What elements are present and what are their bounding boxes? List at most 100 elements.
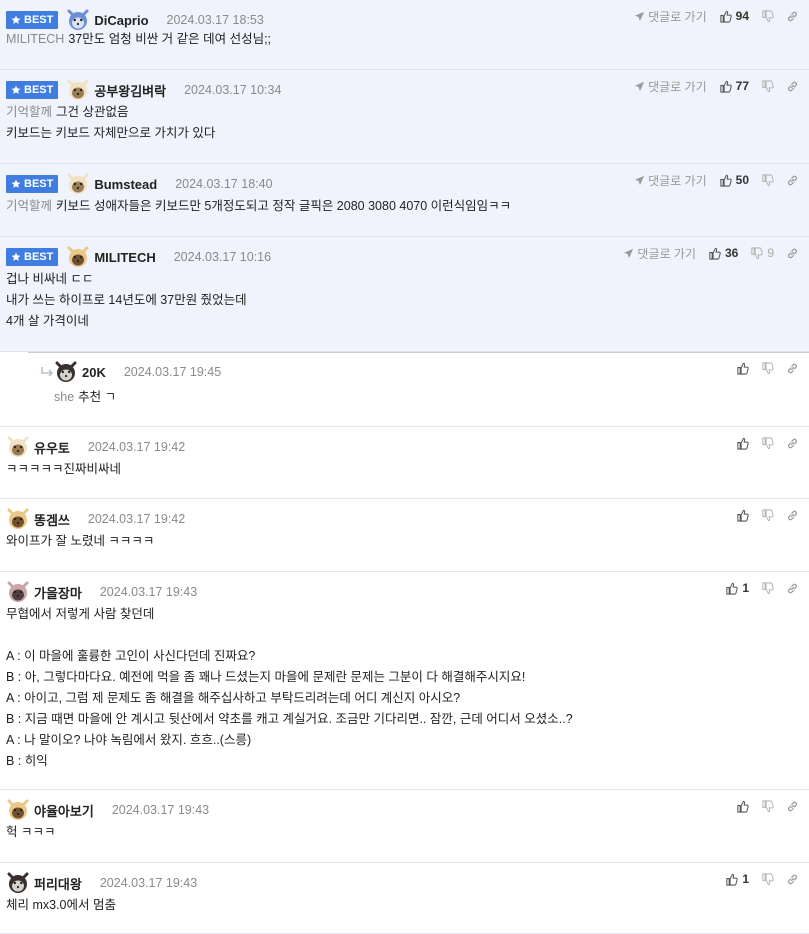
like-button[interactable]: 50 [719, 173, 749, 187]
thumbs-up-icon [736, 800, 749, 813]
avatar-icon[interactable] [6, 799, 30, 821]
go-to-reply-label: 댓글로 가기 [648, 9, 707, 24]
dislike-button[interactable] [761, 581, 774, 595]
copy-link-button[interactable] [786, 800, 799, 813]
author-name[interactable]: MILITECH [94, 250, 155, 265]
comment-text: 추천 ㄱ [78, 390, 117, 404]
comment-actions: 1 [713, 578, 799, 598]
comment-date: 2024.03.17 10:34 [184, 83, 282, 97]
author-name[interactable]: 유우토 [34, 438, 70, 457]
link-icon [786, 437, 799, 450]
thumbs-down-icon [761, 872, 774, 886]
dislike-button[interactable] [761, 9, 774, 23]
copy-link-button[interactable] [786, 437, 799, 450]
dislike-button[interactable] [761, 173, 774, 187]
best-comment: BEST DiCaprio 2024.03.17 18:53 댓글로 가기 94 MIL… [0, 0, 809, 70]
comment: 가을장마 2024.03.17 19:43 1 무협에서 저렇게 사람 찾던데 A : … [0, 572, 809, 790]
go-to-reply-link[interactable]: 댓글로 가기 [634, 172, 707, 189]
link-icon [786, 800, 799, 813]
author-name[interactable]: 20K [82, 365, 106, 380]
go-to-reply-link[interactable]: 댓글로 가기 [634, 8, 707, 25]
go-to-reply-label: 댓글로 가기 [637, 246, 696, 261]
link-icon [786, 174, 799, 187]
send-icon [634, 175, 645, 186]
copy-link-button[interactable] [786, 582, 799, 595]
dislike-button[interactable] [761, 361, 774, 375]
dislike-button[interactable] [761, 872, 774, 886]
star-icon [11, 252, 21, 262]
avatar-icon[interactable] [66, 173, 90, 195]
copy-link-button[interactable] [786, 10, 799, 23]
author-name[interactable]: 공부왕김벼락 [94, 81, 166, 100]
author-name[interactable]: DiCaprio [94, 13, 148, 28]
comment-line: A : 나 말이오? 나야 녹림에서 왔지. 흐흐..(스릉) [6, 730, 803, 751]
avatar-icon[interactable] [6, 508, 30, 530]
like-button[interactable] [736, 800, 749, 813]
thumbs-down-icon [761, 79, 774, 93]
best-badge: BEST [6, 248, 59, 266]
comment-body: ㅋㅋㅋㅋㅋ진짜비싸네 [6, 459, 803, 480]
comment-actions: 댓글로 가기 77 [622, 76, 799, 96]
star-icon [11, 179, 21, 189]
reply-comment: 20K 2024.03.17 19:45 she 추천 ㄱ [0, 352, 809, 427]
avatar-icon[interactable] [54, 361, 78, 383]
thumbs-down-icon [761, 173, 774, 187]
send-icon [623, 248, 634, 259]
copy-link-button[interactable] [786, 873, 799, 886]
comment-text: 키보드 성애자들은 키보드만 5개정도되고 정작 글픽은 2080 3080 4… [56, 199, 512, 213]
mention-ref[interactable]: 기억할께 [6, 105, 52, 119]
like-button[interactable] [736, 509, 749, 522]
go-to-reply-link[interactable]: 댓글로 가기 [634, 78, 707, 95]
go-to-reply-label: 댓글로 가기 [648, 79, 707, 94]
like-count: 36 [724, 246, 739, 260]
send-icon [634, 11, 645, 22]
like-button[interactable]: 36 [708, 246, 738, 260]
author-name[interactable]: Bumstead [94, 177, 157, 192]
copy-link-button[interactable] [786, 362, 799, 375]
avatar-icon[interactable] [66, 79, 90, 101]
author-name[interactable]: 퍼리대왕 [34, 874, 82, 893]
comment-body: she 추천 ㄱ [54, 387, 803, 408]
avatar-icon[interactable] [6, 436, 30, 458]
dislike-button[interactable] [761, 79, 774, 93]
comment-text: 겁나 비싸네 ㄷㄷ [6, 272, 94, 286]
like-button[interactable]: 94 [719, 9, 749, 23]
go-to-reply-link[interactable]: 댓글로 가기 [623, 245, 696, 262]
mention-ref[interactable]: MILITECH [6, 32, 64, 46]
dislike-button[interactable] [761, 508, 774, 522]
dislike-button[interactable] [761, 436, 774, 450]
comment-text: B : 히익 [6, 754, 48, 768]
link-icon [786, 509, 799, 522]
author-name[interactable]: 똥겜쓰 [34, 510, 70, 529]
copy-link-button[interactable] [786, 80, 799, 93]
mention-ref[interactable]: 기억할께 [6, 199, 52, 213]
avatar-icon[interactable] [6, 872, 30, 894]
avatar-icon[interactable] [66, 9, 90, 31]
dislike-button[interactable]: 9 [750, 246, 774, 260]
comment-actions: 댓글로 가기 94 [622, 6, 799, 26]
copy-link-button[interactable] [786, 509, 799, 522]
like-button[interactable]: 1 [725, 581, 749, 595]
comment-date: 2024.03.17 19:43 [99, 876, 198, 890]
copy-link-button[interactable] [786, 247, 799, 260]
thumbs-down-icon [761, 436, 774, 450]
author-name[interactable]: 가을장마 [34, 583, 82, 602]
mention-ref[interactable]: she [54, 390, 74, 404]
author-name[interactable]: 야율아보기 [34, 801, 94, 820]
avatar-icon[interactable] [66, 246, 90, 268]
like-button[interactable] [736, 437, 749, 450]
like-button[interactable] [736, 362, 749, 375]
comment-line: ㅋㅋㅋㅋㅋ진짜비싸네 [6, 459, 803, 480]
like-count: 1 [742, 872, 749, 886]
like-button[interactable]: 1 [725, 872, 749, 886]
comment-text: 와이프가 잘 노렸네 ㅋㅋㅋㅋ [6, 534, 155, 548]
copy-link-button[interactable] [786, 174, 799, 187]
comment-text: 키보드는 키보드 자체만으로 가치가 있다 [6, 126, 216, 140]
avatar-icon[interactable] [6, 581, 30, 603]
dislike-button[interactable] [761, 799, 774, 813]
link-icon [786, 247, 799, 260]
like-button[interactable]: 77 [719, 79, 749, 93]
link-icon [786, 873, 799, 886]
comment-line: 무협에서 저렇게 사람 찾던데 [6, 604, 803, 625]
best-badge-label: BEST [24, 14, 54, 26]
